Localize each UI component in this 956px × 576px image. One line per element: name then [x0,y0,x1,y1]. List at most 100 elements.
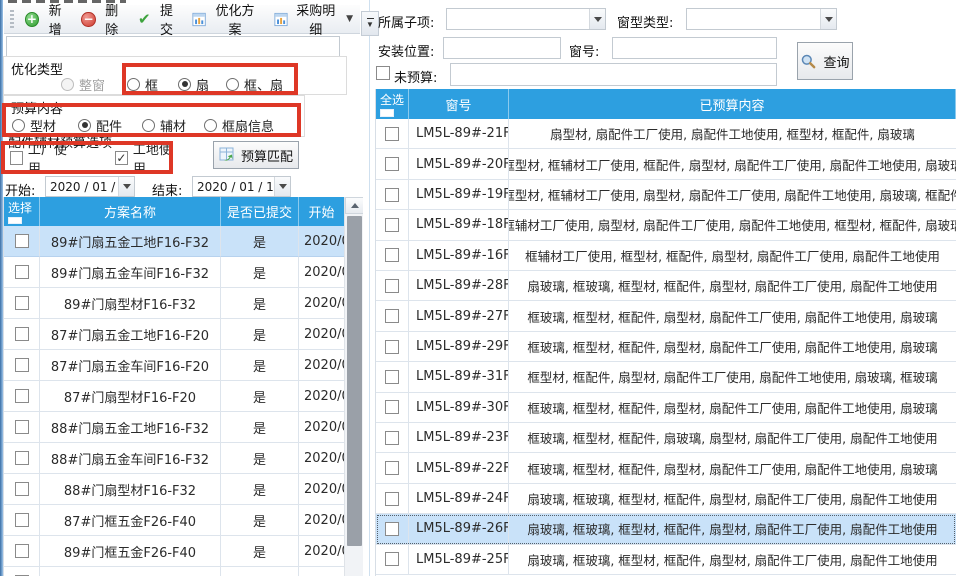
date-start-picker[interactable]: 2020 / 01 / 1 [45,176,135,197]
date-end-picker[interactable]: 2020 / 01 / 13 [192,176,291,197]
row-checkbox[interactable] [385,279,399,293]
win-type-combobox[interactable] [686,8,837,30]
plan-search-input[interactable] [6,36,340,57]
win-no-input[interactable] [612,37,777,59]
plan-table-row[interactable]: 87#门扇型材F16-F20是2020/0 [4,381,363,412]
sub-item-combobox[interactable] [446,8,606,30]
row-checkbox[interactable] [385,400,399,414]
row-checkbox[interactable] [15,265,29,279]
budget-table-row[interactable]: LM5L-89#-29F27框玻璃, 框型材, 框配件, 扇型材, 扇配件工厂使… [376,332,956,362]
row-checkbox[interactable] [15,389,29,403]
row-select-cell[interactable] [4,226,40,257]
budget-table-row[interactable]: LM5L-89#-19F17框型材, 框辅材工厂使用, 扇型材, 扇配件工厂使用… [376,180,956,210]
plan-table-row[interactable]: 87#门扇五金工地F16-F20是2020/0 [4,319,363,350]
plan-name-column-header[interactable]: 方案名称 [40,197,221,226]
radio-option[interactable]: 框扇信息 [204,116,274,135]
toolbar-grip-icon[interactable] [10,10,14,28]
row-select-cell[interactable] [4,443,40,474]
row-checkbox[interactable] [15,544,29,558]
row-select-cell[interactable] [4,319,40,350]
budget-table-row[interactable]: LM5L-89#-30F28框玻璃, 框型材, 框配件, 扇型材, 扇配件工厂使… [376,393,956,423]
budget-table-row[interactable]: LM5L-89#-20F18框型材, 框辅材工厂使用, 框配件, 扇型材, 扇配… [376,149,956,179]
radio-option[interactable]: 扇 [178,75,209,94]
budget-table-row[interactable]: LM5L-89#-21F19扇型材, 扇配件工厂使用, 扇配件工地使用, 框型材… [376,119,956,149]
budget-table-row[interactable]: LM5L-89#-27F25框玻璃, 框型材, 框配件, 扇型材, 扇配件工厂使… [376,301,956,331]
row-select-cell[interactable] [4,288,40,319]
budget-table-row[interactable]: LM5L-89#-28F26扇玻璃, 框玻璃, 框型材, 框配件, 扇型材, 扇… [376,271,956,301]
row-checkbox[interactable] [15,513,29,527]
plan-table-row[interactable]: 88#门框五金F21-F40是2020/0 [4,567,363,576]
row-checkbox[interactable] [15,296,29,310]
row-select-cell[interactable] [376,545,409,575]
row-select-cell[interactable] [4,567,40,576]
win-no-column-header[interactable]: 窗号 [409,89,509,119]
no-budget-input[interactable] [450,63,777,86]
row-select-cell[interactable] [376,484,409,514]
budget-match-button[interactable]: 预算匹配 [213,141,299,169]
budget-table-row[interactable]: LM5L-89#-31F29框型材, 框配件, 扇型材, 扇配件工厂使用, 扇配… [376,362,956,392]
plan-table-row[interactable]: 88#门扇型材F16-F32是2020/0 [4,474,363,505]
query-button[interactable]: 查询 [797,42,853,80]
row-select-cell[interactable] [376,301,409,331]
radio-option[interactable]: 辅材 [142,116,186,135]
optimize-plan-button[interactable]: 优化方案 [187,0,264,41]
row-checkbox[interactable] [15,327,29,341]
row-checkbox[interactable] [385,340,399,354]
purchase-detail-button[interactable]: 采购明细 ▼ [269,0,358,41]
start-column-header[interactable]: 开始 [299,197,345,226]
no-budget-checkbox[interactable] [376,66,390,80]
row-select-cell[interactable] [376,514,409,544]
plans-table-scrollbar[interactable] [344,197,363,576]
row-select-cell[interactable] [376,453,409,483]
row-select-cell[interactable] [376,119,409,149]
row-select-cell[interactable] [4,505,40,536]
row-select-cell[interactable] [4,257,40,288]
row-checkbox[interactable] [385,248,399,262]
sub-item-dropdown-icon[interactable] [589,9,605,29]
row-checkbox[interactable] [15,451,29,465]
row-select-cell[interactable] [4,536,40,567]
row-checkbox[interactable] [385,522,399,536]
row-select-cell[interactable] [4,350,40,381]
delete-button[interactable]: − 删除 [76,0,129,41]
select-all-checkbox[interactable] [8,217,22,224]
row-checkbox[interactable] [385,370,399,384]
win-type-dropdown-icon[interactable] [820,9,836,29]
row-checkbox[interactable] [385,492,399,506]
add-button[interactable]: + 新增 [20,0,73,41]
budget-table-row[interactable]: LM5L-89#-25F23扇玻璃, 框玻璃, 框型材, 框配件, 扇型材, 扇… [376,545,956,575]
install-pos-input[interactable] [443,37,561,59]
plan-table-row[interactable]: 88#门扇五金工地F16-F32是2020/0 [4,412,363,443]
scroll-up-button[interactable] [345,197,363,214]
toolbar-overflow-button[interactable]: ▼ [361,11,379,36]
date-end-dropdown-icon[interactable] [274,177,290,196]
radio-option[interactable]: 框 [127,75,158,94]
budget-table-row[interactable]: LM5L-89#-23F21框玻璃, 框型材, 框配件, 扇玻璃, 扇型材, 扇… [376,423,956,453]
row-checkbox[interactable] [15,358,29,372]
radio-option[interactable]: 框、扇 [226,75,283,94]
row-checkbox[interactable] [15,234,29,248]
budget-table-row[interactable]: LM5L-89#-26F24扇玻璃, 框玻璃, 框型材, 框配件, 扇型材, 扇… [376,514,956,544]
row-checkbox[interactable] [385,188,399,202]
row-select-cell[interactable] [4,412,40,443]
scrollbar-thumb[interactable] [347,216,362,546]
row-select-cell[interactable] [376,210,409,240]
plan-table-row[interactable]: 89#门扇五金车间F16-F32是2020/0 [4,257,363,288]
row-checkbox[interactable] [385,431,399,445]
plan-table-row[interactable]: 87#门扇五金车间F16-F20是2020/0 [4,350,363,381]
select-all-checkbox[interactable] [380,109,394,117]
row-checkbox[interactable] [385,309,399,323]
budget-table-row[interactable]: LM5L-89#-22F20框玻璃, 框型材, 框配件, 扇型材, 扇配件工厂使… [376,453,956,483]
budget-content-column-header[interactable]: 已预算内容 [509,89,956,119]
plan-table-row[interactable]: 88#门扇五金车间F16-F32是2020/0 [4,443,363,474]
row-checkbox[interactable] [385,461,399,475]
date-start-dropdown-icon[interactable] [118,177,134,196]
row-checkbox[interactable] [15,420,29,434]
submitted-column-header[interactable]: 是否已提交 [221,197,299,226]
budget-table-row[interactable]: LM5L-89#-18F16框辅材工厂使用, 扇型材, 扇配件工厂使用, 扇配件… [376,210,956,240]
plan-table-row[interactable]: 89#门扇型材F16-F32是2020/0 [4,288,363,319]
row-select-cell[interactable] [376,423,409,453]
row-select-cell[interactable] [376,332,409,362]
row-checkbox[interactable] [385,552,399,566]
plan-table-row[interactable]: 89#门框五金F26-F40是2020/0 [4,536,363,567]
